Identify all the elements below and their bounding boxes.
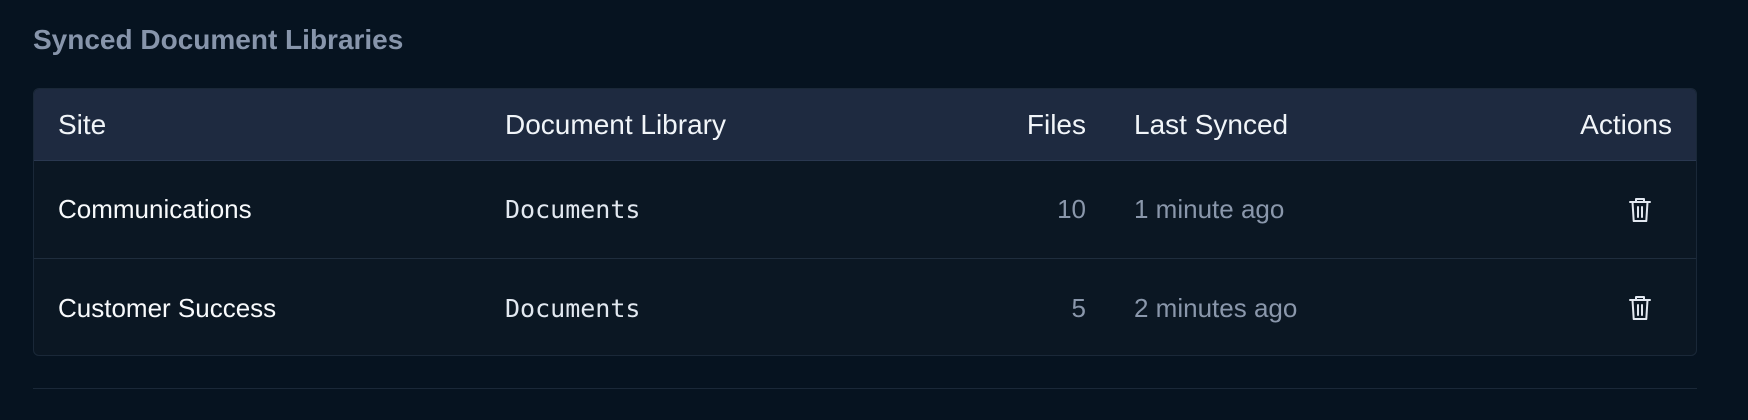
table-header: Site Document Library Files Last Synced … (34, 89, 1696, 161)
site-name: Customer Success (58, 292, 277, 323)
delete-button[interactable] (1624, 194, 1656, 226)
column-header-last-synced: Last Synced (1134, 108, 1289, 140)
trash-icon (1629, 296, 1651, 320)
site-name: Communications (58, 194, 252, 224)
column-header-actions: Actions (1580, 108, 1672, 140)
column-header-files: Files (1026, 108, 1086, 140)
column-header-site: Site (58, 108, 107, 140)
library-name: Documents (505, 195, 641, 224)
section-title: Synced Document Libraries (33, 24, 404, 55)
actions-cell (1624, 161, 1656, 258)
library-name: Documents (505, 293, 641, 323)
actions-cell (1624, 259, 1656, 355)
table-row: Communications Documents 10 1 minute ago (34, 161, 1696, 259)
trash-icon (1629, 197, 1651, 222)
table-row: Customer Success Documents 5 2 minutes a… (34, 259, 1696, 355)
last-synced: 1 minute ago (1134, 194, 1285, 224)
column-header-library: Document Library (505, 108, 726, 140)
section-divider (33, 388, 1697, 389)
synced-libraries-table: Site Document Library Files Last Synced … (33, 88, 1697, 356)
file-count: 5 (1071, 292, 1086, 323)
last-synced: 2 minutes ago (1134, 292, 1298, 323)
delete-button[interactable] (1624, 292, 1656, 324)
file-count: 10 (1057, 194, 1086, 224)
